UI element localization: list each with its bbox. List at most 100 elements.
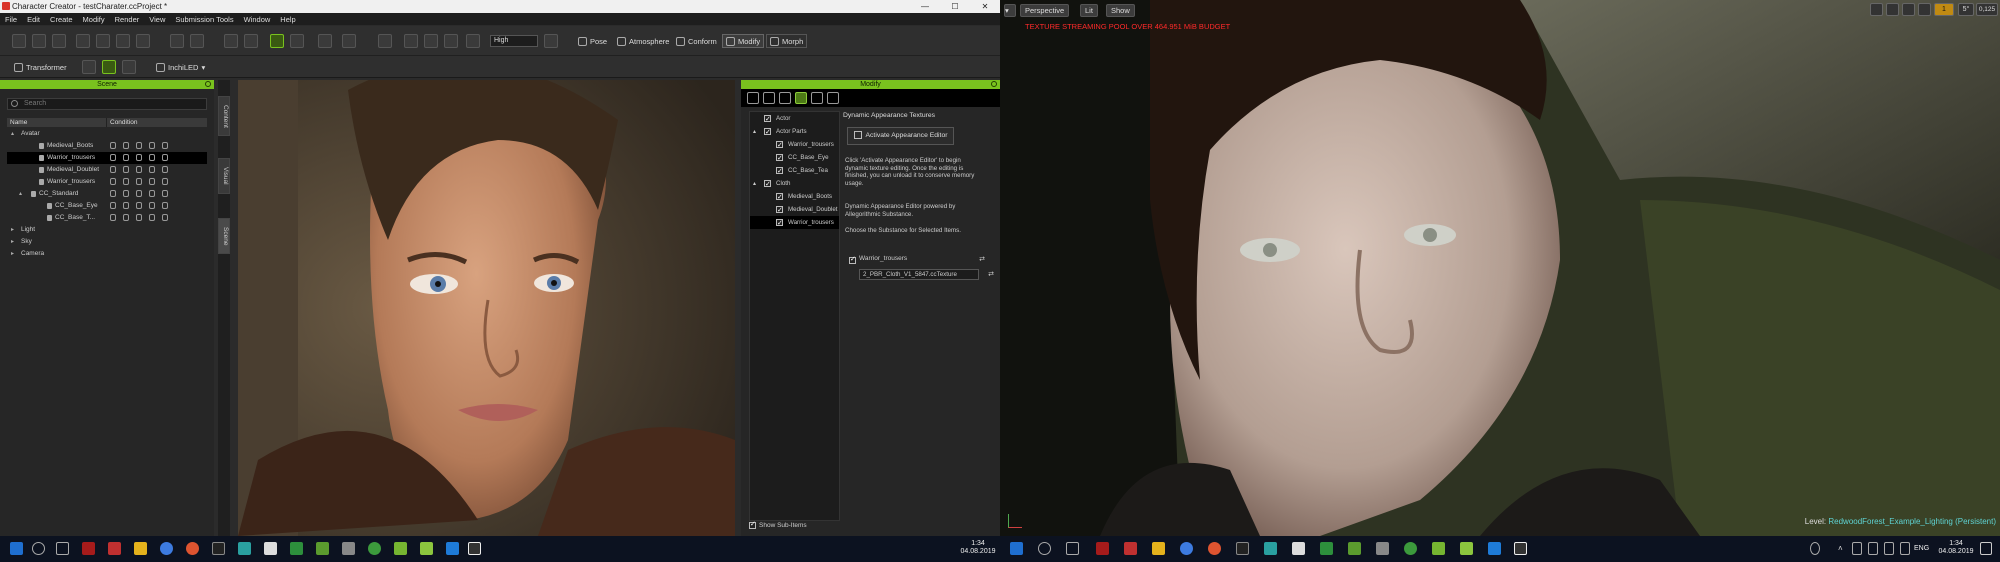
perspective-button[interactable]: Perspective (1020, 4, 1070, 17)
edit-icon[interactable] (162, 214, 168, 221)
conform-button[interactable]: Conform (676, 34, 717, 48)
export-icon[interactable] (96, 34, 110, 48)
edit-mesh-icon[interactable] (102, 60, 116, 74)
scene-tree-item[interactable]: CC_Base_Eye (7, 200, 207, 212)
app-icon-7[interactable] (342, 542, 355, 555)
move-tool-icon[interactable] (290, 34, 304, 48)
new-file-icon[interactable] (12, 34, 26, 48)
delete-icon[interactable] (136, 34, 150, 48)
app-icon-9[interactable] (394, 542, 407, 555)
redo-icon[interactable] (244, 34, 258, 48)
modify-tree-item[interactable]: ▴ Actor Parts (750, 125, 839, 138)
render-icon[interactable] (149, 190, 155, 197)
lit-button[interactable]: Lit (1080, 4, 1098, 17)
start-icon[interactable] (1010, 542, 1023, 555)
light-icon[interactable] (544, 34, 558, 48)
undo-icon[interactable] (224, 34, 238, 48)
checkbox-checked-icon[interactable] (776, 165, 783, 177)
substance-file-field[interactable]: 2_PBR_Cloth_V1_5847.ccTexture ⇄ (859, 269, 994, 280)
scene-tree-item[interactable]: ▴ Avatar (7, 128, 207, 140)
atmosphere-button[interactable]: Atmosphere (617, 34, 669, 48)
modify-tree-item[interactable]: CC_Base_Eye (750, 151, 839, 164)
frame-icon[interactable] (404, 34, 418, 48)
edit-icon[interactable] (162, 154, 168, 161)
printer-icon[interactable] (122, 60, 136, 74)
app-icon-4[interactable] (264, 542, 277, 555)
expand-icon[interactable]: ▸ (11, 236, 14, 248)
network-icon[interactable] (1868, 542, 1878, 555)
checkbox-checked-icon[interactable] (776, 204, 783, 216)
column-name[interactable]: Name (7, 118, 107, 127)
menu-render[interactable]: Render (110, 15, 145, 24)
quality-select[interactable]: High (490, 35, 538, 47)
volume-icon[interactable] (1884, 542, 1894, 555)
modify-tree-item[interactable]: Medieval_Doublet (750, 203, 839, 216)
lock-icon[interactable] (123, 202, 129, 209)
render-icon[interactable] (149, 202, 155, 209)
task-view-icon[interactable] (56, 542, 69, 555)
collapse-icon[interactable]: ▴ (11, 128, 14, 140)
column-condition[interactable]: Condition (107, 118, 137, 127)
checkbox-checked-icon[interactable] (764, 126, 771, 138)
lock-icon[interactable] (123, 178, 129, 185)
world-icon[interactable] (1918, 3, 1931, 16)
minimize-icon[interactable]: — (910, 0, 940, 13)
visibility-icon[interactable] (110, 142, 116, 149)
visibility-icon[interactable] (110, 190, 116, 197)
rotate-icon[interactable] (1902, 3, 1915, 16)
scene-tree-item[interactable]: Medieval_Boots (7, 140, 207, 152)
chrome-icon[interactable] (1208, 542, 1221, 555)
notification-icon[interactable] (1980, 542, 1992, 555)
edit-icon[interactable] (162, 202, 168, 209)
rotation-snap-value[interactable]: 5° (1958, 3, 1974, 16)
menu-modify[interactable]: Modify (78, 15, 110, 24)
maximize-icon[interactable]: ☐ (940, 0, 970, 13)
swap-icon[interactable]: ⇄ (979, 255, 985, 265)
expand-icon[interactable]: ▸ (11, 248, 14, 260)
app-icon-1[interactable] (1096, 542, 1109, 555)
menu-edit[interactable]: Edit (22, 15, 45, 24)
app-icon-5[interactable] (290, 542, 303, 555)
scene-tree-item[interactable]: ▸ Camera (7, 248, 207, 260)
scene-tree-item[interactable]: ▸ Light (7, 224, 207, 236)
menu-submission-tools[interactable]: Submission Tools (170, 15, 238, 24)
visibility-icon[interactable] (110, 202, 116, 209)
collapse-icon[interactable]: ▴ (19, 188, 22, 200)
cast-shadow-icon[interactable] (136, 190, 142, 197)
app-icon-9[interactable] (1432, 542, 1445, 555)
file-explorer-icon[interactable] (1152, 542, 1165, 555)
chrome-icon[interactable] (186, 542, 199, 555)
app-icon-5[interactable] (1320, 542, 1333, 555)
checkbox-checked-icon[interactable] (764, 113, 771, 125)
unreal-icon[interactable] (1514, 542, 1527, 555)
lock-icon[interactable] (123, 166, 129, 173)
substance-tab-icon[interactable] (827, 92, 839, 104)
viewport-options-button[interactable]: ▾ (1004, 4, 1016, 17)
fit-icon[interactable] (444, 34, 458, 48)
task-view-icon[interactable] (1066, 542, 1079, 555)
substance-item-checkbox[interactable]: Warrior_trousers ⇄ (849, 254, 989, 265)
browse-icon[interactable]: ⇄ (988, 270, 994, 279)
edit-icon[interactable] (162, 178, 168, 185)
lock-icon[interactable] (123, 154, 129, 161)
transform-icon[interactable] (1870, 3, 1883, 16)
search-icon[interactable] (1038, 542, 1051, 555)
lock-icon[interactable] (123, 214, 129, 221)
morph-button[interactable]: Morph (766, 34, 808, 48)
visibility-icon[interactable] (110, 178, 116, 185)
cast-shadow-icon[interactable] (136, 214, 142, 221)
zoom-icon[interactable] (424, 34, 438, 48)
expand-icon[interactable]: ▸ (11, 224, 14, 236)
render-settings-icon[interactable] (466, 34, 480, 48)
modify-tree-item[interactable]: Medieval_Boots (750, 190, 839, 203)
scene-tree-item[interactable]: CC_Base_T... (7, 212, 207, 224)
rotate-tool-icon[interactable] (318, 34, 332, 48)
cast-shadow-icon[interactable] (136, 166, 142, 173)
checkbox-checked-icon[interactable] (776, 191, 783, 203)
render-icon[interactable] (149, 154, 155, 161)
menu-create[interactable]: Create (45, 15, 78, 24)
app-icon-3[interactable] (1264, 542, 1277, 555)
pose-button[interactable]: Pose (578, 34, 607, 48)
appearance-editor-tab-icon[interactable] (795, 92, 807, 104)
scene-tree-item[interactable]: Warrior_trousers (7, 152, 207, 164)
